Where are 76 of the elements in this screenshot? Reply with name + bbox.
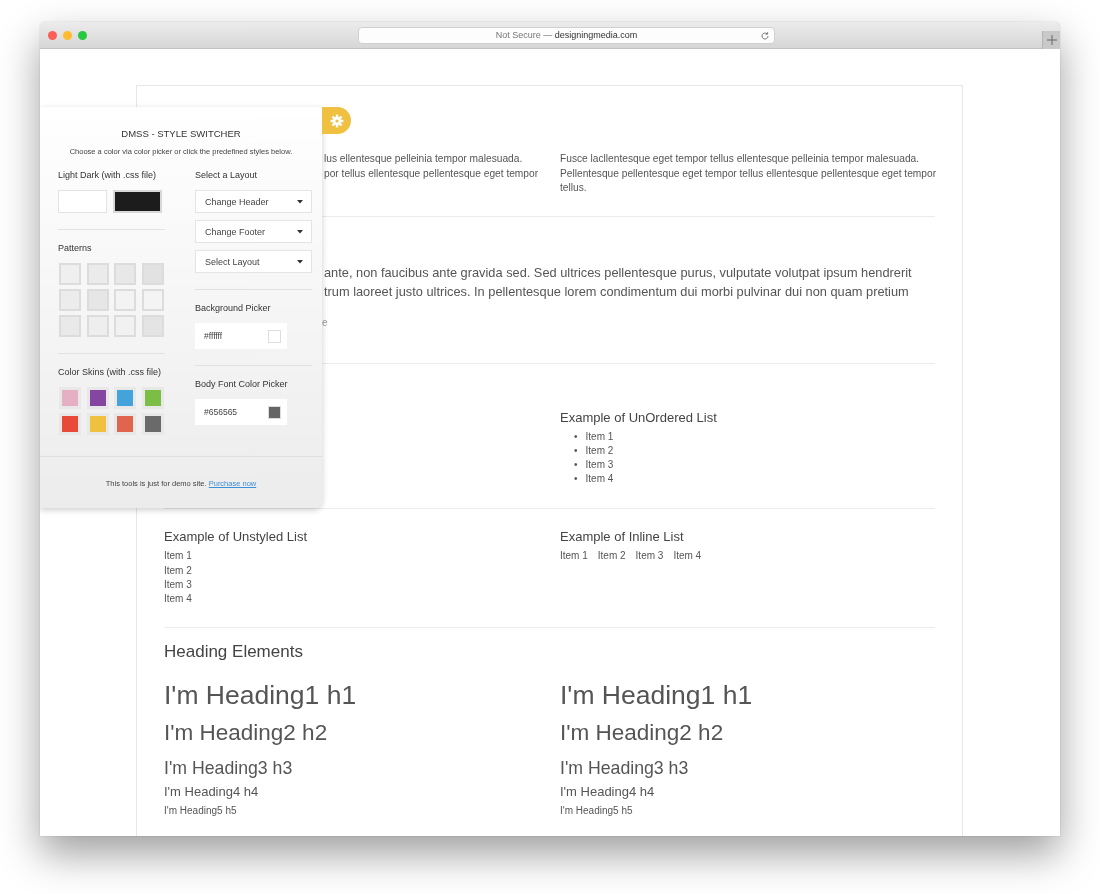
caret-icon [297,199,303,204]
pattern-swatch[interactable] [141,289,164,311]
pattern-swatch[interactable] [114,263,136,285]
color-picker-field[interactable]: #656565 [195,399,287,425]
caret-icon [297,259,303,264]
option-label: Select a Layout [195,170,259,181]
theme-swatch[interactable] [58,190,107,213]
heading-sample: I'm Heading5 h5 [560,804,634,819]
new-tab-button[interactable] [1042,31,1060,49]
color-picker-field[interactable]: #ffffff [195,323,287,349]
minimize-icon[interactable] [63,30,72,40]
heading-sample: I'm Heading2 h2 [164,719,329,748]
list-heading: Example of UnOrdered List [560,409,718,426]
theme-swatch[interactable] [113,190,162,213]
list-bullet: • [574,429,578,444]
list-item: Item 2 [597,549,626,564]
lead-paragraph-line: trum laoreet justo ultrices. In pellentesque lorem condimentum dui morbi pulvinar dui non quam pretium [324,282,909,301]
list-item: Item 3 [635,549,664,564]
list-bullet: • [574,472,578,487]
paragraph-line: lus ellentesque pelleinia tempor malesuada. [324,152,523,166]
list-item: Item 3 [585,457,614,472]
list-item: Item 1 [560,549,588,564]
list-item: Item 4 [673,549,702,564]
pattern-swatch[interactable] [86,263,109,285]
panel-title: DMSS - STYLE SWITCHER [120,128,242,139]
caret-icon [297,229,303,234]
list-item: Item 4 [164,591,193,606]
pattern-swatch[interactable] [114,315,136,337]
heading-sample: I'm Heading1 h1 [560,679,754,713]
list-item: Item 1 [585,429,614,444]
dropdown[interactable]: Change Footer [195,220,312,243]
address-bar[interactable]: Not Secure — designingmedia.com [358,26,775,44]
dropdown[interactable]: Change Header [195,190,312,213]
list-item: Item 1 [164,549,193,564]
lead-paragraph-line: ante, non faucibus ante gravida sed. Sed ultrices pellentesque purus, vulputate volutpat ipsum hendrerit [324,263,912,282]
pattern-swatch[interactable] [59,289,81,311]
paragraph-line: por tellus ellentesque pellentesque eget tempor [324,166,539,181]
paragraph: Fusce lacllentesque eget tempor tellus ellentesque pelleinia tempor malesuada. Pellentesque pellentesque eget tempor tellus ellentesque pellentesque eget tempor tellus. [560,152,938,195]
heading-sample: I'm Heading3 h3 [560,757,690,781]
zoom-icon[interactable] [78,30,87,40]
dropdown[interactable]: Select Layout [195,250,312,273]
section-heading: Heading Elements [164,642,304,663]
list-heading: Example of Unstyled List [164,529,309,546]
pattern-swatch[interactable] [59,263,81,285]
list-bullet: • [574,457,578,472]
list-bullet: • [574,443,578,458]
pattern-swatch[interactable] [141,315,164,337]
list-heading: Example of Inline List [560,529,685,546]
domain-text: designingmedia.com [554,30,638,40]
heading-sample: I'm Heading5 h5 [164,804,238,819]
settings-button[interactable] [322,107,351,134]
list-item: Item 4 [585,472,614,487]
heading-sample: I'm Heading4 h4 [164,785,260,800]
pattern-swatch[interactable] [59,315,81,337]
reload-icon[interactable] [760,30,770,41]
option-label: Color Skins (with .css file) [58,367,163,378]
heading-sample: I'm Heading2 h2 [560,719,725,748]
option-label: Light Dark (with .css file) [58,170,158,181]
option-label: Patterns [58,243,93,254]
settings-icon [329,113,344,128]
citation-text: e [322,316,328,328]
list-item: Item 3 [164,577,193,592]
option-label: Body Font Color Picker [195,379,289,390]
pattern-swatch[interactable] [141,263,164,285]
heading-sample: I'm Heading3 h3 [164,757,294,781]
plus-icon [1046,35,1057,45]
pattern-swatch[interactable] [86,315,109,337]
list-item: Item 2 [164,563,193,578]
close-icon[interactable] [48,30,57,40]
heading-sample: I'm Heading4 h4 [560,785,656,800]
option-label: Background Picker [195,303,272,314]
security-label: Not Secure — [495,30,553,40]
pattern-swatch[interactable] [86,289,109,311]
list-item: Item 2 [585,443,614,458]
pattern-swatch[interactable] [114,289,136,311]
heading-sample: I'm Heading1 h1 [164,679,358,713]
